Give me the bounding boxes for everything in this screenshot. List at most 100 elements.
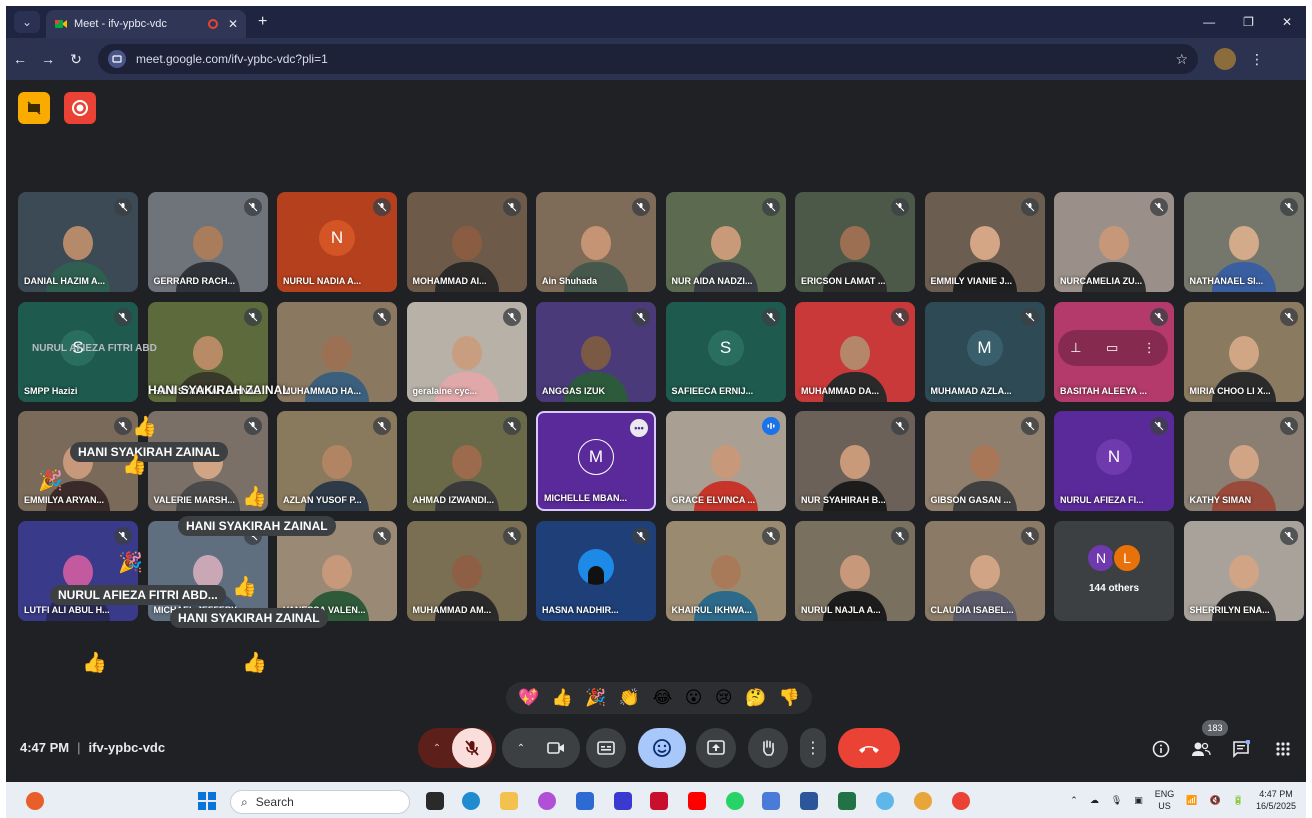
reaction-emoji-button[interactable]: 💖 (518, 688, 539, 708)
participant-tile[interactable]: KHAIRUL IKHWA... (665, 520, 786, 621)
site-info-icon[interactable] (108, 50, 126, 68)
chrome-profile-icon[interactable] (914, 792, 932, 810)
browser-menu-icon[interactable]: ⋮ (1250, 51, 1264, 68)
minimize-icon[interactable]: — (1203, 15, 1215, 29)
edge-icon[interactable] (462, 792, 480, 810)
participant-tile[interactable]: NUR AIDA NADZI... (665, 192, 786, 292)
reload-icon[interactable]: ↻ (62, 51, 90, 68)
participant-tile[interactable]: MUHAMMAD AM... (406, 520, 527, 621)
address-bar[interactable]: meet.google.com/ifv-ypbc-vdc?pli=1 ☆ (98, 44, 1198, 74)
meeting-info-button[interactable] (1150, 738, 1172, 760)
more-options-icon[interactable]: ••• (630, 419, 648, 437)
onedrive-icon[interactable]: ☁ (1090, 795, 1099, 806)
reaction-emoji-button[interactable]: 👎 (779, 688, 800, 708)
file-explorer-icon[interactable] (500, 792, 518, 810)
back-icon[interactable]: ← (6, 51, 34, 67)
reaction-emoji-button[interactable]: 😮 (685, 688, 703, 708)
language-indicator[interactable]: ENG US (1155, 788, 1175, 812)
participant-tile[interactable]: ⊥ ▭ ⋮ BASITAH ALEEYA ... (1054, 301, 1174, 402)
wifi-icon[interactable]: 📶 (1186, 795, 1197, 806)
canva-icon[interactable] (876, 792, 894, 810)
mic-options-chevron-icon[interactable]: ⌃ (422, 743, 452, 754)
store-icon[interactable] (576, 792, 594, 810)
participant-tile[interactable]: N NURUL NADIA A... (277, 192, 397, 292)
youtube-icon[interactable] (688, 792, 706, 810)
participant-tile[interactable]: N NURUL AFIEZA FI... (1054, 411, 1174, 511)
participant-tile[interactable]: NURUL NAJLA A... (795, 520, 915, 621)
participant-tile[interactable]: M MUHAMAD AZLA... (924, 301, 1045, 402)
tab-meet[interactable]: Meet - ifv-ypbc-vdc ✕ (46, 10, 246, 38)
profile-avatar[interactable] (1214, 48, 1236, 70)
reaction-emoji-button[interactable]: 👍 (552, 688, 573, 708)
participant-tile[interactable]: MOHAMMAD AI... (406, 192, 527, 292)
mcafee-icon[interactable] (650, 792, 668, 810)
mic-toggle-button[interactable] (452, 728, 492, 768)
participant-tile[interactable]: HASNA NADHIR... (536, 520, 656, 621)
present-screen-button[interactable] (696, 728, 736, 768)
reaction-emoji-button[interactable]: 😂 (652, 688, 672, 708)
reaction-emoji-button[interactable]: 🎉 (585, 688, 606, 708)
participant-tile[interactable]: CLAUDIA ISABEL... (924, 520, 1045, 621)
participant-tile[interactable]: SHERRILYN ENA... (1183, 520, 1304, 621)
fullscreen-icon[interactable]: ▭ (1106, 340, 1118, 356)
participant-tile[interactable]: Ain Shuhada (536, 192, 656, 292)
camera-options-chevron-icon[interactable]: ⌃ (506, 743, 536, 754)
reactions-button[interactable] (638, 728, 686, 768)
participant-tile[interactable]: GERRARD RACH... (147, 192, 268, 292)
whatsapp-icon[interactable] (726, 792, 744, 810)
tray-overflow-icon[interactable]: ⌃ (1070, 795, 1078, 806)
participant-tile[interactable]: M ••• MICHELLE MBAN... (536, 411, 656, 511)
camera-toggle-button[interactable] (536, 728, 576, 768)
bookmark-star-icon[interactable]: ☆ (1175, 51, 1188, 68)
participant-tile[interactable]: MUHAMMAD DA... (795, 301, 915, 402)
task-view-icon[interactable] (426, 792, 444, 810)
people-button[interactable] (1190, 738, 1212, 760)
forward-icon[interactable]: → (34, 51, 62, 67)
participant-tile[interactable]: NATHANAEL SI... (1183, 192, 1304, 292)
recording-badge[interactable] (64, 92, 96, 124)
tile-hover-controls[interactable]: ⊥ ▭ ⋮ (1058, 329, 1168, 366)
windows-start-icon[interactable] (198, 792, 216, 810)
reaction-emoji-button[interactable]: 👏 (619, 688, 640, 708)
host-controls-badge[interactable] (18, 92, 50, 124)
activities-button[interactable] (1272, 738, 1294, 760)
weather-widget-icon[interactable] (26, 792, 44, 810)
taskbar-search-input[interactable]: ⌕ Search (230, 790, 410, 814)
more-vert-icon[interactable]: ⋮ (1143, 340, 1156, 356)
participant-tile[interactable]: EMMILY VIANIE J... (924, 192, 1045, 292)
mic-tray-icon[interactable]: 🎙 (1111, 795, 1122, 806)
excel-icon[interactable] (838, 792, 856, 810)
copilot-icon[interactable] (538, 792, 556, 810)
participant-tile[interactable]: S SAFIEECA ERNIJ... (665, 301, 786, 402)
meet-tray-icon[interactable]: ▣ (1134, 795, 1143, 806)
participant-tile[interactable]: DANIAL HAZIM A... (18, 192, 138, 292)
participant-tile[interactable]: AZLAN YUSOF P... (277, 411, 397, 511)
close-window-icon[interactable]: ✕ (1282, 15, 1292, 29)
captions-button[interactable] (586, 728, 626, 768)
participant-tile[interactable]: geralaine cyc... (406, 301, 527, 402)
leave-call-button[interactable] (838, 728, 900, 768)
notes-app-icon[interactable] (762, 792, 780, 810)
participant-tile[interactable]: GRACE ELVINCA ... (665, 411, 786, 511)
participant-tile[interactable]: MIRIA CHOO LI X... (1183, 301, 1304, 402)
participant-tile[interactable]: N L 144 others (1054, 520, 1174, 621)
battery-icon[interactable]: 🔋 (1233, 795, 1244, 806)
word-icon[interactable] (800, 792, 818, 810)
participant-tile[interactable]: KATHY SIMAN (1183, 411, 1304, 511)
restore-icon[interactable]: ❐ (1243, 15, 1254, 29)
participant-tile[interactable]: ERICSON LAMAT ... (795, 192, 915, 292)
pin-icon[interactable]: ⊥ (1070, 340, 1081, 356)
participant-tile[interactable]: ANGGAS IZUK (536, 301, 656, 402)
chrome-icon[interactable] (952, 792, 970, 810)
participant-tile[interactable]: NURCAMELIA ZU... (1054, 192, 1174, 292)
volume-icon[interactable]: 🔇 (1210, 795, 1221, 806)
editor-app-icon[interactable] (614, 792, 632, 810)
raise-hand-button[interactable] (748, 728, 788, 768)
close-tab-icon[interactable]: ✕ (228, 17, 238, 31)
reaction-emoji-button[interactable]: 🤔 (745, 688, 766, 708)
participant-tile[interactable]: NUR SYAHIRAH B... (795, 411, 915, 511)
clock[interactable]: 4:47 PM 16/5/2025 (1256, 788, 1296, 812)
tab-search-icon[interactable]: ⌄ (14, 11, 40, 33)
new-tab-icon[interactable]: + (258, 13, 267, 31)
more-options-button[interactable]: ⋮ (800, 728, 826, 768)
